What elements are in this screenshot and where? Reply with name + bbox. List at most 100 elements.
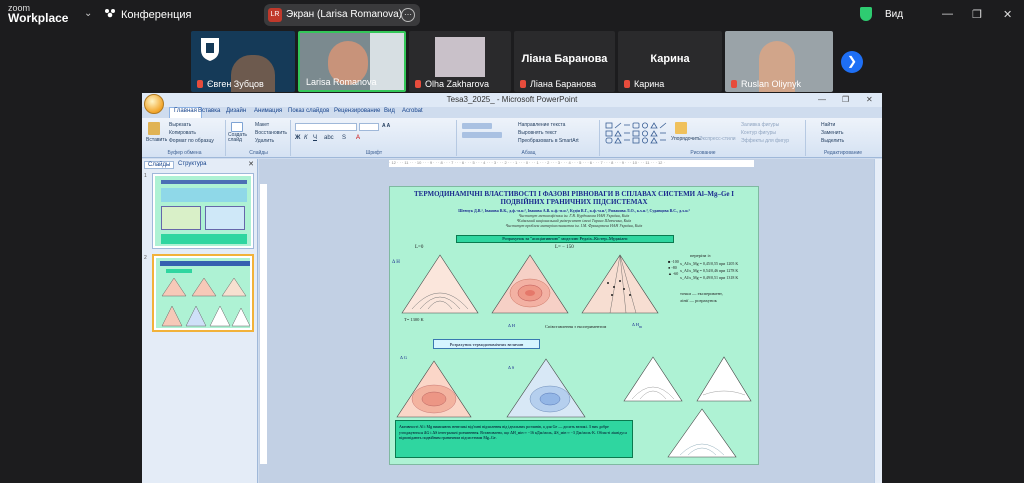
tab-outline[interactable]: Структура xyxy=(178,161,206,167)
ppt-restore-icon[interactable]: ❐ xyxy=(842,95,849,104)
font-family-select[interactable] xyxy=(295,123,357,131)
vertical-scrollbar[interactable] xyxy=(874,159,882,483)
thumbnail-content xyxy=(155,176,251,246)
minimize-icon[interactable]: — xyxy=(942,8,953,20)
shape-fill-button[interactable]: Заливка фигуры xyxy=(741,122,779,128)
tab-acrobat[interactable]: Acrobat xyxy=(402,108,423,114)
font-color-icon[interactable]: A xyxy=(356,135,360,141)
security-shield-icon[interactable] xyxy=(860,7,872,21)
tab-view[interactable]: Вид xyxy=(384,108,395,114)
slide-workspace: · 12 · · · 11 · · · 10 · · · 9 · · · 8 ·… xyxy=(259,159,882,483)
thumbnail-text xyxy=(161,234,247,244)
label-dh-subscript: m xyxy=(639,324,642,329)
font-group-label: Шрифт xyxy=(365,150,383,156)
chevron-down-icon[interactable]: ⌄ xyxy=(84,8,92,19)
tab-insert[interactable]: Вставка xyxy=(198,108,220,114)
paste-icon[interactable] xyxy=(148,122,160,135)
more-options-icon[interactable]: ⋯ xyxy=(401,8,415,22)
ppt-window-title: Tesa3_2025_ - Microsoft PowerPoint xyxy=(446,95,578,104)
ppt-close-icon[interactable]: ✕ xyxy=(866,95,873,104)
editing-group-label: Редактирование xyxy=(823,150,863,156)
restore-icon[interactable]: ❐ xyxy=(972,8,982,21)
bullets-icon[interactable] xyxy=(462,123,492,129)
participant-tile[interactable]: Olha Zakharova xyxy=(409,31,511,92)
tab-review[interactable]: Рецензирование xyxy=(334,108,380,114)
cut-button[interactable]: Вырезать xyxy=(169,122,191,128)
tab-slideshow[interactable]: Показ слайдов xyxy=(288,108,329,114)
copy-button[interactable]: Копировать xyxy=(169,130,196,136)
participant-name: Larisa Romanova xyxy=(306,77,377,87)
thermo-calc-box: Розрахунок термодинамічних величин xyxy=(433,339,540,349)
legend-item: ● -80 xyxy=(668,265,677,270)
view-button[interactable]: Вид xyxy=(885,9,903,20)
new-slide-button[interactable]: Создать слайд xyxy=(228,133,250,143)
shapes-gallery-icon[interactable] xyxy=(605,122,667,144)
new-slide-icon[interactable] xyxy=(231,122,243,132)
close-pane-icon[interactable]: ✕ xyxy=(248,160,254,168)
align-text-button[interactable]: Выровнять текст xyxy=(518,130,557,136)
slide-thumbnail[interactable] xyxy=(152,173,254,249)
shape-outline-button[interactable]: Контур фигуры xyxy=(741,130,776,136)
text-direction-button[interactable]: Направление текста xyxy=(518,122,565,128)
label-dh: Δ H xyxy=(392,260,400,265)
find-button[interactable]: Найти xyxy=(821,122,835,128)
tab-design[interactable]: Дизайн xyxy=(226,108,246,114)
mic-muted-icon xyxy=(197,80,203,88)
paste-button[interactable]: Вставить xyxy=(146,137,167,143)
lines-note: лінії — розрахунок xyxy=(680,298,717,303)
arrange-icon[interactable] xyxy=(675,122,687,134)
shape-effects-button[interactable]: Эффекты для фигур xyxy=(741,138,789,144)
participant-tile[interactable]: Ruslan Oliynyk xyxy=(725,31,833,92)
thumbnail-figure xyxy=(205,206,245,230)
mic-muted-icon xyxy=(415,80,421,88)
thumbnail-content xyxy=(156,258,251,328)
arrange-button[interactable]: Упорядочить xyxy=(671,136,701,142)
participant-tile-active[interactable]: Larisa Romanova xyxy=(298,31,406,92)
ppt-minimize-icon[interactable]: — xyxy=(818,95,826,104)
shadow-icon[interactable]: S xyxy=(342,135,346,141)
participant-name: Olha Zakharova xyxy=(415,79,489,89)
grow-font-icon[interactable]: A A xyxy=(382,123,390,129)
alignment-icon[interactable] xyxy=(462,132,502,138)
slide-canvas[interactable]: ТЕРМОДИНАМІЧНІ ВЛАСТИВОСТІ І ФАЗОВІ РІВН… xyxy=(389,186,759,465)
slides-pane: Слайды Структура ✕ 1 2 xyxy=(142,159,258,483)
replace-button[interactable]: Заменить xyxy=(821,130,843,136)
conclusion-box: Активності Al і Mg виявляють невеликі ві… xyxy=(395,420,633,458)
affiliation-line: ³Інститут проблем матеріалознавства ім. … xyxy=(505,223,643,228)
next-page-button[interactable]: ❯ xyxy=(841,51,863,73)
ternary-diagram-dh-l150 xyxy=(491,254,569,314)
format-painter-button[interactable]: Формат по образцу xyxy=(169,138,214,144)
paragraph-group-label: Абзац xyxy=(521,150,536,156)
italic-icon[interactable]: К xyxy=(304,135,308,141)
quick-styles-button[interactable]: Экспресс-стили xyxy=(699,136,736,142)
layout-button[interactable]: Макет xyxy=(255,122,269,128)
participant-tile[interactable]: Карина Карина xyxy=(618,31,722,92)
font-size-select[interactable] xyxy=(359,123,379,131)
participant-tile[interactable]: Ліана Баранова Ліана Баранова xyxy=(514,31,615,92)
meeting-info-button[interactable]: Конференция xyxy=(104,8,191,21)
ternary-diagram-experiment xyxy=(581,254,659,314)
participant-tile[interactable]: Євген Зубцов xyxy=(191,31,295,92)
tab-animation[interactable]: Анимация xyxy=(254,108,282,114)
close-icon[interactable]: ✕ xyxy=(1003,8,1012,21)
underline-icon[interactable]: Ч xyxy=(313,135,317,141)
delete-slide-button[interactable]: Удалить xyxy=(255,138,274,144)
bold-icon[interactable]: Ж xyxy=(295,135,300,141)
section-line: x_Al/x_Mg = 0,45/0,55 при 1205 K xyxy=(680,261,739,266)
zoom-top-bar: zoom Workplace ⌄ Конференция LR Экран (L… xyxy=(0,0,1024,30)
reset-button[interactable]: Восстановить xyxy=(255,130,287,136)
screen-share-indicator[interactable]: LR Экран (Larisa Romanova) ⋯ xyxy=(264,4,420,26)
office-button-icon[interactable] xyxy=(144,94,164,114)
clipboard-group-label: Буфер обмена xyxy=(167,150,202,156)
temperature-label: T= 1300 K xyxy=(404,317,424,322)
select-button[interactable]: Выделить xyxy=(821,138,844,144)
strikethrough-icon[interactable]: abc xyxy=(324,135,334,141)
thumbnail-figure xyxy=(161,206,201,230)
smartart-button[interactable]: Преобразовать в SmartArt xyxy=(518,138,579,144)
tab-slides[interactable]: Слайды xyxy=(144,161,175,169)
mic-muted-icon xyxy=(520,80,526,88)
compare-label: Співставлення з експериментом xyxy=(545,324,607,329)
slide-thumbnail-selected[interactable] xyxy=(152,254,254,332)
tab-home[interactable]: Главная xyxy=(169,107,202,118)
ribbon: Вставить Вырезать Копировать Формат по о… xyxy=(142,118,882,158)
